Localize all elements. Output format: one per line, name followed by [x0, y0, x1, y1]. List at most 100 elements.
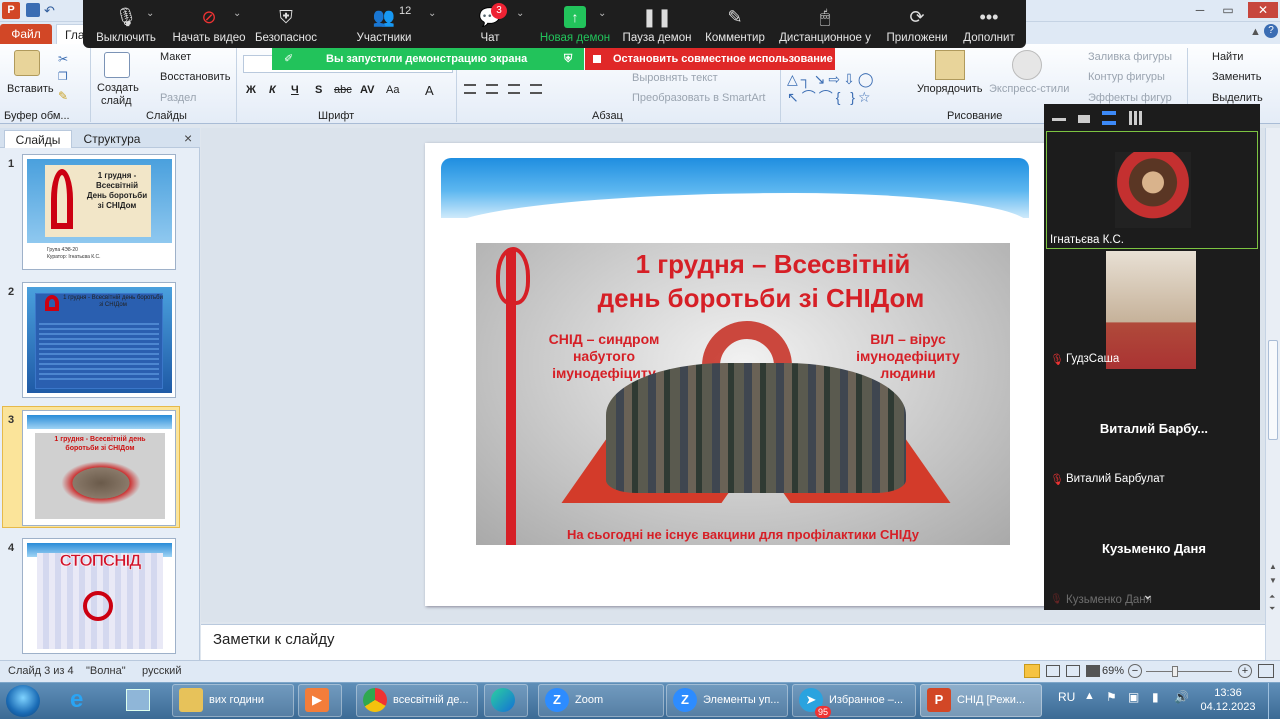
pause-share-button[interactable]: ❚❚ Пауза демон	[622, 0, 692, 48]
taskbar-item-edge[interactable]	[484, 684, 528, 717]
participant-tile[interactable]: 🎙 ГудзСаша	[1046, 251, 1258, 369]
strikethrough-button[interactable]: abc	[334, 84, 352, 96]
format-painter-icon[interactable]: ✎	[58, 89, 68, 103]
slide-thumbnail-2[interactable]: 1 грудня - Всесвітній день боротьби зі С…	[22, 282, 176, 398]
close-pane-icon[interactable]: ×	[184, 130, 192, 146]
single-view-icon[interactable]	[1078, 115, 1090, 123]
zoom-slider[interactable]	[1146, 671, 1232, 672]
remote-control-button[interactable]: 🖱 Дистанционное у	[778, 0, 872, 48]
cut-icon[interactable]: ✂	[58, 52, 68, 66]
security-button[interactable]: ⛨ Безопаснос	[252, 0, 320, 48]
zoom-level[interactable]: 69%	[1102, 661, 1124, 681]
device-icon[interactable]: ▣	[1128, 690, 1139, 704]
font-color-button[interactable]: A	[425, 83, 434, 98]
zoom-slider-thumb[interactable]	[1172, 666, 1178, 677]
bold-button[interactable]: Ж	[246, 84, 256, 96]
stop-share-button[interactable]: Остановить совместное использование	[585, 48, 835, 70]
vertical-scrollbar[interactable]: ▲ ▼ ⏶ ⏷	[1265, 128, 1280, 660]
shape-fill-button[interactable]: Заливка фигуры	[1088, 51, 1172, 63]
internet-explorer-icon[interactable]: e	[70, 686, 83, 714]
theme-name[interactable]: "Волна"	[86, 661, 126, 681]
layout-button[interactable]: Макет	[160, 51, 191, 63]
gallery-view-icon[interactable]	[1129, 111, 1143, 125]
char-spacing-button[interactable]: AV	[360, 84, 374, 96]
scroll-up-icon[interactable]: ▲	[1269, 562, 1277, 571]
close-icon[interactable]: ✕	[1248, 2, 1278, 18]
taskbar-item-media[interactable]: ▶	[298, 684, 342, 717]
language-indicator[interactable]: русский	[142, 661, 181, 681]
taskbar-item-telegram[interactable]: ➤ Избранное –...	[792, 684, 916, 717]
align-left-icon[interactable]	[464, 84, 476, 94]
quick-styles-icon[interactable]	[1012, 50, 1042, 80]
replace-button[interactable]: Заменить	[1212, 71, 1261, 83]
taskbar-item-explorer[interactable]: вих години	[172, 684, 294, 717]
chat-button[interactable]: 💬 Чат	[462, 0, 518, 48]
arrange-button[interactable]: Упорядочить	[917, 83, 982, 95]
underline-button[interactable]: Ч	[291, 84, 299, 96]
participants-options-caret[interactable]: ⌄	[428, 8, 436, 19]
tab-home[interactable]: Гла	[56, 24, 85, 44]
fit-to-window-icon[interactable]	[1258, 664, 1274, 678]
next-slide-icon[interactable]: ⏷	[1269, 604, 1275, 614]
ribbon-minimize-icon[interactable]: ▲	[1250, 26, 1261, 38]
computer-icon[interactable]	[126, 689, 150, 711]
convert-smartart-button[interactable]: Преобразовать в SmartArt	[632, 92, 765, 104]
select-button[interactable]: Выделить	[1212, 92, 1263, 104]
align-right-icon[interactable]	[508, 84, 520, 94]
apps-button[interactable]: ⟳ Приложени	[884, 0, 950, 48]
slideshow-icon[interactable]	[1086, 665, 1100, 677]
undo-icon[interactable]: ↶	[44, 3, 55, 19]
taskbar-item-chrome[interactable]: всесвітній де...	[356, 684, 478, 717]
video-options-caret[interactable]: ⌄	[233, 8, 241, 19]
tray-overflow-icon[interactable]: ▲	[1084, 690, 1095, 702]
annotate-button[interactable]: ✎ Комментир	[702, 0, 768, 48]
slide-thumbnail-3[interactable]: 1 грудня - Всесвітній день боротьби зі С…	[22, 410, 176, 526]
text-direction-button[interactable]: Выровнять текст	[632, 72, 718, 84]
volume-icon[interactable]: 🔊	[1174, 690, 1189, 704]
normal-view-icon[interactable]	[1024, 664, 1040, 678]
tab-outline[interactable]: Структура	[76, 130, 148, 148]
help-icon[interactable]: ?	[1264, 24, 1278, 38]
scrollbar-thumb[interactable]	[1268, 340, 1278, 440]
new-slide-button-line2[interactable]: слайд	[101, 95, 132, 107]
justify-icon[interactable]	[530, 84, 542, 94]
input-language[interactable]: RU	[1058, 690, 1075, 704]
zoom-in-icon[interactable]: +	[1238, 664, 1252, 678]
current-slide[interactable]: 1 грудня – Всесвітній день боротьби зі С…	[425, 143, 1045, 606]
new-slide-icon[interactable]	[104, 52, 130, 78]
paste-icon[interactable]	[14, 50, 40, 76]
show-desktop-button[interactable]	[1268, 683, 1280, 719]
share-options-caret[interactable]: ⌄	[598, 8, 606, 19]
strip-view-icon[interactable]	[1102, 111, 1116, 125]
arrange-icon[interactable]	[935, 50, 965, 80]
participant-tile[interactable]: Кузьменко Даня ⌄ 🎙 Кузьменко Даня	[1046, 491, 1258, 609]
chat-options-caret[interactable]: ⌄	[516, 8, 524, 19]
maximize-icon[interactable]: ▭	[1216, 2, 1240, 18]
shape-effects-button[interactable]: Эффекты фигур	[1088, 92, 1172, 104]
taskbar-item-zoom-controls[interactable]: Z Элементы уп...	[666, 684, 788, 717]
zoom-out-icon[interactable]: −	[1128, 664, 1142, 678]
tab-file[interactable]: Файл	[0, 24, 52, 44]
paste-button[interactable]: Вставить	[7, 83, 54, 95]
quick-styles-button[interactable]: Экспресс-стили	[989, 83, 1069, 95]
change-case-button[interactable]: Aa	[386, 84, 399, 96]
clock[interactable]: 13:36 04.12.2023	[1200, 686, 1256, 714]
prev-slide-icon[interactable]: ⏶	[1269, 592, 1275, 602]
copy-icon[interactable]: ❐	[58, 70, 68, 83]
network-icon[interactable]: ▮	[1152, 690, 1159, 704]
pin-icon[interactable]: ✐	[284, 48, 293, 70]
powerpoint-app-icon[interactable]: P	[2, 2, 20, 19]
minimize-icon[interactable]: ─	[1188, 2, 1212, 18]
slide-thumbnail-1[interactable]: 1 грудня - Всесвітній День боротьби зі С…	[22, 154, 176, 270]
slide-image[interactable]: 1 грудня – Всесвітній день боротьби зі С…	[476, 243, 1010, 545]
reading-view-icon[interactable]	[1066, 665, 1080, 677]
participant-tile[interactable]: Ігнатьєва К.С.	[1046, 131, 1258, 249]
start-button[interactable]	[6, 685, 40, 717]
minimize-panel-icon[interactable]	[1052, 118, 1066, 121]
reset-button[interactable]: Восстановить	[160, 71, 230, 83]
shadow-button[interactable]: S	[315, 84, 322, 96]
save-icon[interactable]	[26, 3, 40, 17]
taskbar-item-powerpoint[interactable]: P СНІД [Режи...	[920, 684, 1042, 717]
tab-slides[interactable]: Слайды	[4, 130, 72, 148]
notes-pane[interactable]: Заметки к слайду	[201, 624, 1267, 660]
